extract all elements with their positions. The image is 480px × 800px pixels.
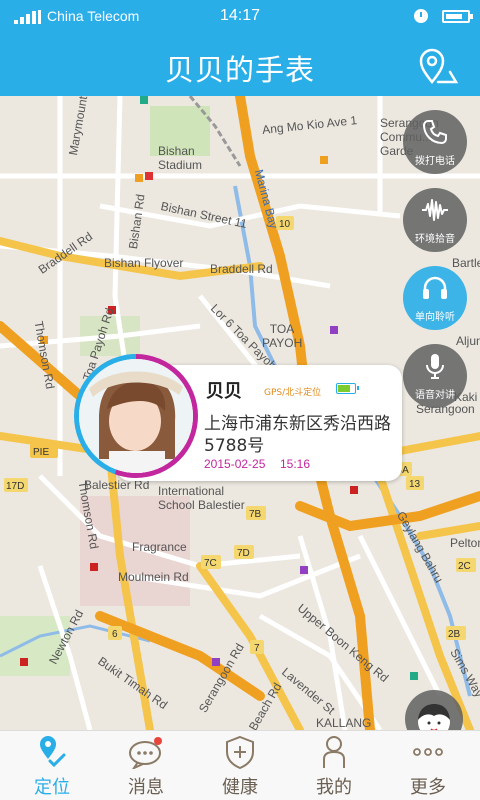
location-source: GPS/北斗定位 (264, 388, 322, 398)
tab-profile-label: 我的 (316, 777, 352, 798)
road-shield: 6 (112, 629, 118, 640)
bottom-tab-bar: 定位 消息 健康 我的 更多 (0, 730, 480, 800)
tab-profile[interactable]: 我的 (286, 731, 382, 800)
tab-messages-label: 消息 (128, 777, 164, 798)
battery-icon (442, 10, 473, 23)
page-title: 贝贝的手表 (164, 53, 315, 87)
map-label: Moulmein Rd (118, 570, 189, 584)
map-label: Bartley (452, 256, 480, 270)
status-time: 14:17 (219, 7, 261, 24)
tab-health-label: 健康 (222, 777, 258, 798)
one-way-listen-label: 单向聆听 (415, 312, 455, 323)
ambient-sound-label: 环境拾音 (415, 234, 455, 245)
phone-icon (422, 120, 447, 145)
more-dots-icon (413, 748, 443, 756)
call-label: 拨打电话 (415, 156, 455, 167)
one-way-listen-button[interactable]: 单向聆听 (403, 266, 467, 330)
headphones-icon (423, 276, 447, 299)
road-shield: 2B (448, 629, 461, 640)
map-label: Aljunied (456, 334, 480, 348)
tab-more[interactable]: 更多 (380, 731, 476, 800)
tab-more-label: 更多 (410, 777, 446, 798)
tab-health[interactable]: 健康 (192, 731, 288, 800)
road-shield: 17D (6, 481, 24, 492)
call-button[interactable]: 拨打电话 (403, 110, 467, 174)
location-time: 15:16 (280, 457, 311, 471)
child-name: 贝贝 (206, 381, 242, 402)
header-bar: 贝贝的手表 (0, 34, 480, 104)
location-date: 2015-02-25 (204, 457, 266, 471)
tab-messages[interactable]: 消息 (98, 731, 194, 800)
microphone-icon (426, 354, 444, 379)
tab-location[interactable]: 定位 (4, 731, 100, 800)
child-photo (79, 359, 193, 473)
location-pin-icon (40, 736, 66, 768)
voice-intercom-label: 语音对讲 (415, 390, 455, 401)
battery-icon (336, 383, 359, 394)
map-pin-icon[interactable] (416, 48, 460, 88)
avatar[interactable] (74, 354, 198, 478)
status-bar: China Telecom 14:17 (0, 0, 480, 34)
road-shield: 7 (254, 643, 260, 654)
tab-location-label: 定位 (34, 777, 70, 798)
map-label: Braddell Rd (210, 262, 273, 276)
map-label: Fragrance (132, 540, 187, 554)
map-label: Bishan Flyover (104, 256, 184, 270)
chat-bubble-icon (129, 737, 162, 769)
sound-wave-icon (422, 199, 448, 221)
map-label: TOA PAYOH (262, 322, 303, 350)
map-label: KALLANG (316, 716, 372, 730)
ambient-sound-button[interactable]: 环境拾音 (403, 188, 467, 252)
road-shield: PIE (33, 447, 49, 458)
road-shield: 10 (279, 219, 291, 230)
person-icon (323, 736, 345, 768)
road-shield: 2C (458, 561, 471, 572)
alarm-icon (414, 9, 428, 23)
road-shield: 13 (409, 479, 421, 490)
road-shield: 7C (204, 558, 217, 569)
road-shield: 7B (249, 509, 262, 520)
location-address: 上海市浦东新区秀沿西路5788号 (204, 414, 391, 456)
map-label: International School Balestier (158, 484, 245, 512)
road-shield: 7D (237, 548, 250, 559)
map-label: Bishan Stadium (158, 144, 203, 172)
voice-intercom-button[interactable]: 语音对讲 (403, 344, 467, 408)
shield-plus-icon (226, 735, 254, 769)
map-label: Pelton (450, 536, 480, 550)
